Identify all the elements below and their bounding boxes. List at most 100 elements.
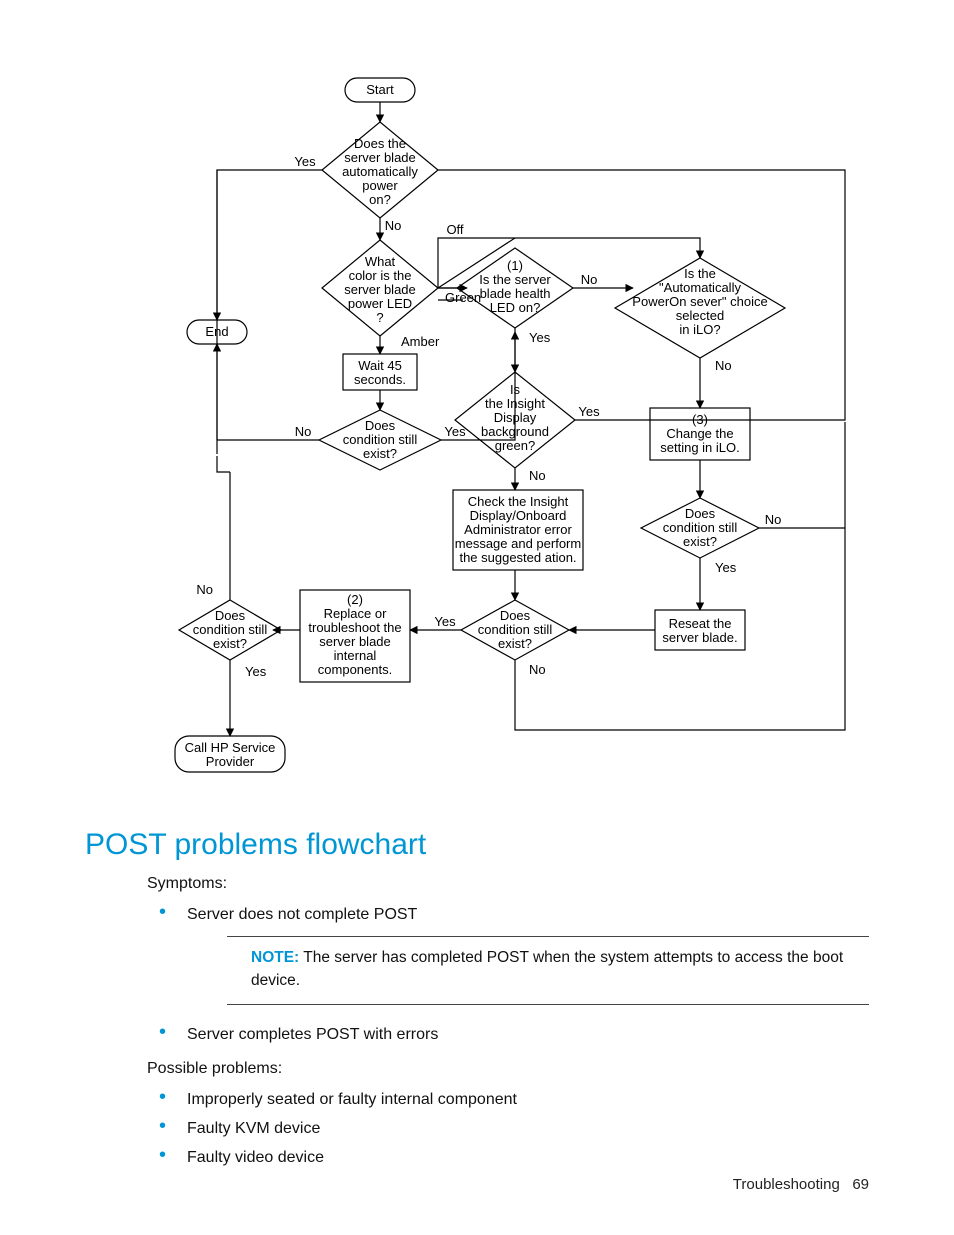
label-yes-4: Yes — [578, 404, 600, 419]
label-yes-7: Yes — [245, 664, 267, 679]
label-no-3: No — [581, 272, 598, 287]
node-callhp-l2: Provider — [206, 754, 255, 769]
node-change-l1: (3) — [692, 412, 708, 427]
node-d-cond-far-l2: condition still — [193, 622, 268, 637]
node-d-health-l3: blade health — [480, 286, 551, 301]
node-d-auto-l2: server blade — [344, 150, 416, 165]
label-no-5: No — [529, 468, 546, 483]
node-d-insight-l1: Is — [510, 382, 521, 397]
node-d-cond-r-l3: exist? — [683, 534, 717, 549]
node-d-auto-l4: power — [362, 178, 398, 193]
label-yes-3: Yes — [529, 330, 551, 345]
list-item-text: Faulty KVM device — [187, 1120, 320, 1137]
node-d-cond-r-l2: condition still — [663, 520, 738, 535]
section-heading: POST problems flowchart — [85, 828, 869, 862]
node-d-ilo-l1: Is the — [684, 266, 716, 281]
label-no-1: No — [385, 218, 402, 233]
node-d-ilo-l4: selected — [676, 308, 724, 323]
node-d-auto-l5: on? — [369, 192, 391, 207]
node-wait-l2: seconds. — [354, 372, 406, 387]
note-box: NOTE: The server has completed POST when… — [227, 936, 869, 1005]
list-item: Faulty video device — [147, 1146, 869, 1169]
list-item: Improperly seated or faulty internal com… — [147, 1088, 869, 1111]
possible-label: Possible problems: — [147, 1057, 869, 1080]
node-callhp-l1: Call HP Service — [185, 740, 276, 755]
node-replace-l2: Replace or — [324, 606, 388, 621]
node-check-l1: Check the Insight — [468, 494, 569, 509]
node-d-cond-left-l3: exist? — [363, 446, 397, 461]
node-d-cond-mid-l1: Does — [500, 608, 531, 623]
node-end: End — [205, 324, 228, 339]
node-replace-l3: troubleshoot the — [308, 620, 401, 635]
list-item-text: Faulty video device — [187, 1149, 324, 1166]
node-d-color-l4: power LED — [348, 296, 412, 311]
node-wait-l1: Wait 45 — [358, 358, 402, 373]
node-d-color-l3: server blade — [344, 282, 416, 297]
body-content: Symptoms: Server does not complete POST … — [147, 872, 869, 1169]
node-d-cond-left-l1: Does — [365, 418, 396, 433]
label-yes-2: Yes — [444, 424, 466, 439]
node-d-auto-l3: automatically — [342, 164, 418, 179]
node-d-color-l2: color is the — [349, 268, 412, 283]
node-replace-l4: server blade — [319, 634, 391, 649]
label-green: Green — [445, 290, 481, 305]
flowchart-diagram: Start Does the server blade automaticall… — [145, 70, 865, 810]
node-reseat-l2: server blade. — [662, 630, 737, 645]
label-no-8: No — [196, 582, 213, 597]
footer-page: 69 — [852, 1176, 869, 1193]
page-footer: Troubleshooting 69 — [733, 1176, 869, 1193]
node-d-color-l1: What — [365, 254, 396, 269]
node-d-health-l2: Is the server — [479, 272, 551, 287]
label-no-7: No — [529, 662, 546, 677]
label-no-2: No — [295, 424, 312, 439]
node-change-l3: setting in iLO. — [660, 440, 740, 455]
node-d-insight-l2: the Insight — [485, 396, 545, 411]
node-replace-l6: components. — [318, 662, 392, 677]
list-item: Server completes POST with errors — [147, 1023, 869, 1046]
node-check-l2: Display/Onboard — [470, 508, 567, 523]
node-d-cond-r-l1: Does — [685, 506, 716, 521]
node-change-l2: Change the — [666, 426, 733, 441]
node-d-insight-l3: Display — [494, 410, 537, 425]
label-no-4: No — [715, 358, 732, 373]
node-d-health-l4: LED on? — [490, 300, 541, 315]
node-d-ilo-l2: "Automatically — [659, 280, 741, 295]
note-text: The server has completed POST when the s… — [251, 949, 843, 988]
node-d-cond-far-l1: Does — [215, 608, 246, 623]
label-off: Off — [446, 222, 463, 237]
node-d-insight-l4: background — [481, 424, 549, 439]
node-d-insight-l5: green? — [495, 438, 535, 453]
node-d-cond-mid-l3: exist? — [498, 636, 532, 651]
label-no-6: No — [765, 512, 782, 527]
node-d-color-l5: ? — [376, 310, 383, 325]
node-d-ilo-l5: in iLO? — [679, 322, 720, 337]
label-yes-6: Yes — [434, 614, 456, 629]
node-replace-l1: (2) — [347, 592, 363, 607]
possible-list: Improperly seated or faulty internal com… — [147, 1088, 869, 1170]
symptoms-label: Symptoms: — [147, 872, 869, 895]
node-d-cond-mid-l2: condition still — [478, 622, 553, 637]
symptoms-list: Server does not complete POST NOTE: The … — [147, 903, 869, 1046]
list-item: Server does not complete POST NOTE: The … — [147, 903, 869, 1005]
node-d-cond-far-l3: exist? — [213, 636, 247, 651]
note-label: NOTE: — [251, 949, 299, 966]
node-replace-l5: internal — [334, 648, 377, 663]
node-d-health-l1: (1) — [507, 258, 523, 273]
label-yes-5: Yes — [715, 560, 737, 575]
node-check-l3: Administrator error — [464, 522, 572, 537]
node-check-l5: the suggested ation. — [459, 550, 576, 565]
list-item: Faulty KVM device — [147, 1117, 869, 1140]
node-d-ilo-l3: PowerOn sever" choice — [632, 294, 767, 309]
node-d-cond-left-l2: condition still — [343, 432, 418, 447]
node-reseat-l1: Reseat the — [669, 616, 732, 631]
node-d-auto-l1: Does the — [354, 136, 406, 151]
label-amber: Amber — [401, 334, 440, 349]
label-yes-1: Yes — [294, 154, 316, 169]
list-item-text: Improperly seated or faulty internal com… — [187, 1091, 517, 1108]
node-check-l4: message and perform — [455, 536, 581, 551]
node-start: Start — [366, 82, 394, 97]
list-item-text: Server does not complete POST — [187, 906, 417, 923]
list-item-text: Server completes POST with errors — [187, 1026, 438, 1043]
footer-section: Troubleshooting — [733, 1176, 840, 1193]
document-page: Start Does the server blade automaticall… — [0, 0, 954, 1235]
